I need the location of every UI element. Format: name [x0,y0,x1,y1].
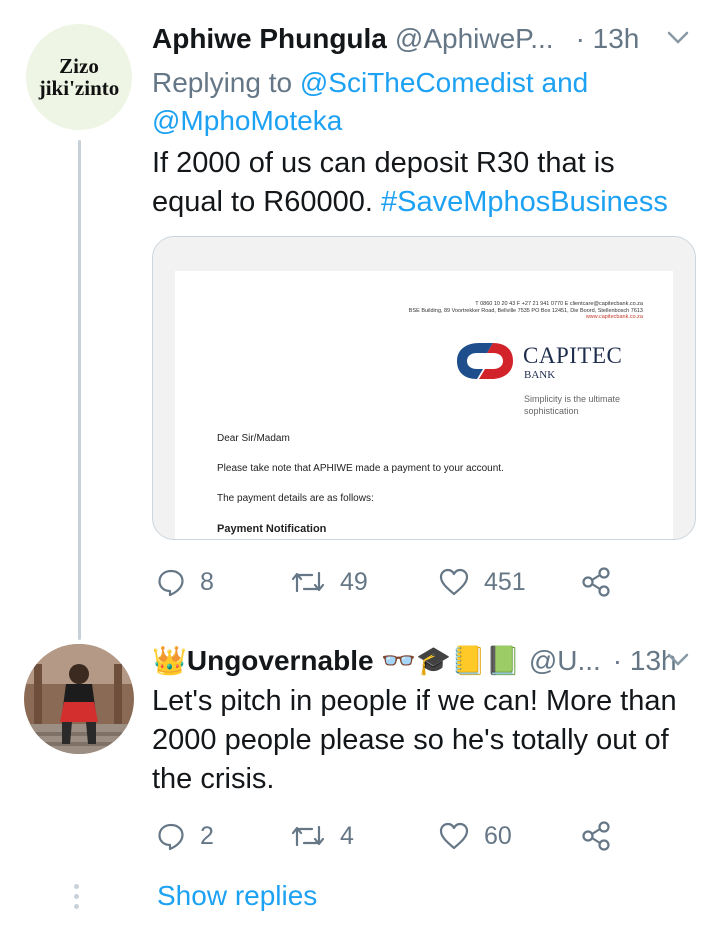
reply-count: 8 [200,567,214,596]
retweet-button[interactable]: 49 [290,564,368,600]
letter-heading: Payment Notification [217,523,327,535]
bank-tagline: Simplicity is the ultimate sophisticatio… [524,394,621,416]
like-count: 60 [484,821,512,850]
tweet-text-segment: equal to R60000. [152,186,373,218]
tweet-header: Aphiwe Phungula @AphiweP... · 13h [152,22,639,56]
share-button[interactable] [580,818,612,854]
reply-icon [158,823,184,851]
hashtag-link[interactable]: #SaveMphosBusiness [381,186,668,218]
tweet-text-line: the crisis. [152,763,275,795]
avatar[interactable] [24,644,134,754]
like-button[interactable]: 451 [438,564,526,600]
retweet-icon [291,825,325,847]
tweet-text-line: Let's pitch in people if we can! More th… [152,685,677,717]
letter-salutation: Dear Sir/Madam [217,433,290,444]
capitec-logo-icon [457,343,513,379]
mention-link[interactable]: @SciTheComedist [300,67,534,98]
share-icon [582,821,610,851]
chevron-down-icon[interactable] [666,652,690,668]
heart-icon [439,568,469,596]
like-button[interactable]: 60 [438,818,512,854]
retweet-icon [291,571,325,593]
tweet-text-line: 2000 people please so he's totally out o… [152,724,669,756]
tweet-text-line: equal to R60000. #SaveMphosBusiness [152,183,707,222]
tweet-text: Let's pitch in people if we can! More th… [152,682,707,799]
mention-link[interactable]: @MphoMoteka [152,105,342,136]
reply-button[interactable]: 2 [156,818,214,854]
share-icon [582,567,610,597]
tweet-actions: 8 49 451 [152,564,622,600]
bank-website: www.capitecbank.co.za [585,314,643,320]
reply-icon [158,569,184,597]
bank-brand-sub: BANK [524,369,556,381]
image-attachment[interactable]: T 0860 10 20 43 F +27 21 941 0770 E clie… [152,236,696,540]
bank-brand-name: CAPITEC [523,343,623,368]
avatar-text-line2: jiki'zinto [38,76,120,100]
bank-contact-details: T 0860 10 20 43 F +27 21 941 0770 E clie… [409,301,643,321]
show-replies-link[interactable]: Show replies [157,880,317,912]
tweet-text: If 2000 of us can deposit R30 that is eq… [152,144,707,222]
like-count: 451 [484,567,526,596]
retweet-count: 4 [340,821,354,850]
more-replies-dots [74,884,79,909]
retweet-count: 49 [340,567,368,596]
replying-to: Replying to @SciTheComedist and @MphoMot… [152,64,692,140]
tweet-header: 👑Ungovernable 👓🎓📒📗 @U... · 13h [152,644,677,678]
display-name[interactable]: 👑Ungovernable 👓🎓📒📗 [152,644,521,678]
retweet-button[interactable]: 4 [290,818,354,854]
display-name[interactable]: Aphiwe Phungula [152,22,387,56]
heart-icon [439,822,469,850]
thread-connector-line [78,140,81,640]
profile-photo [24,644,134,754]
reply-button[interactable]: 8 [156,564,214,600]
chevron-down-icon[interactable] [666,30,690,46]
reply-count: 2 [200,821,214,850]
user-handle[interactable]: @AphiweP... [395,22,554,56]
user-handle[interactable]: @U... [529,644,601,678]
avatar[interactable]: Zizo jiki'zinto [26,24,132,130]
share-button[interactable] [580,564,612,600]
letter-line: Please take note that APHIWE made a paym… [217,463,504,474]
letter-line: The payment details are as follows: [217,493,374,504]
tweet-actions: 2 4 60 [152,818,622,854]
avatar-text-line1: Zizo [59,53,99,78]
tweet-text-line: If 2000 of us can deposit R30 that is [152,147,615,179]
timestamp[interactable]: · 13h [576,22,640,56]
mention-conjunction[interactable]: and [542,67,589,98]
payment-notification-document: T 0860 10 20 43 F +27 21 941 0770 E clie… [175,271,673,539]
replying-to-label: Replying to [152,67,293,98]
